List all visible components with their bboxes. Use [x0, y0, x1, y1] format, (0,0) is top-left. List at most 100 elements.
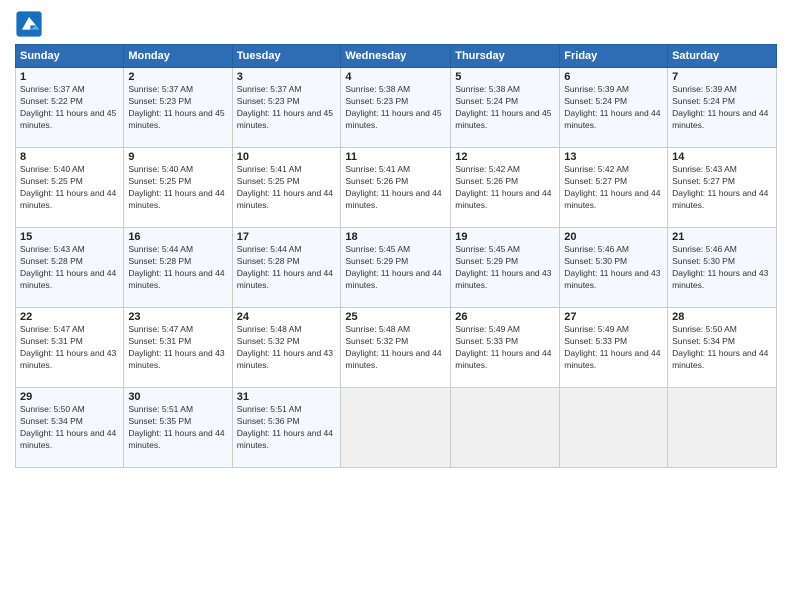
calendar-cell: 6 Sunrise: 5:39 AMSunset: 5:24 PMDayligh… — [560, 68, 668, 148]
calendar-week-1: 1 Sunrise: 5:37 AMSunset: 5:22 PMDayligh… — [16, 68, 777, 148]
calendar-cell: 24 Sunrise: 5:48 AMSunset: 5:32 PMDaylig… — [232, 308, 341, 388]
calendar-cell: 19 Sunrise: 5:45 AMSunset: 5:29 PMDaylig… — [451, 228, 560, 308]
page: SundayMondayTuesdayWednesdayThursdayFrid… — [0, 0, 792, 612]
calendar-cell: 18 Sunrise: 5:45 AMSunset: 5:29 PMDaylig… — [341, 228, 451, 308]
calendar-week-4: 22 Sunrise: 5:47 AMSunset: 5:31 PMDaylig… — [16, 308, 777, 388]
day-info: Sunrise: 5:48 AMSunset: 5:32 PMDaylight:… — [345, 324, 441, 370]
day-number: 9 — [128, 151, 227, 163]
calendar-cell: 2 Sunrise: 5:37 AMSunset: 5:23 PMDayligh… — [124, 68, 232, 148]
calendar-dow-saturday: Saturday — [668, 45, 777, 68]
calendar-header-row: SundayMondayTuesdayWednesdayThursdayFrid… — [16, 45, 777, 68]
calendar-cell: 13 Sunrise: 5:42 AMSunset: 5:27 PMDaylig… — [560, 148, 668, 228]
calendar-cell: 5 Sunrise: 5:38 AMSunset: 5:24 PMDayligh… — [451, 68, 560, 148]
day-info: Sunrise: 5:38 AMSunset: 5:24 PMDaylight:… — [455, 84, 551, 130]
calendar-cell: 14 Sunrise: 5:43 AMSunset: 5:27 PMDaylig… — [668, 148, 777, 228]
day-number: 2 — [128, 71, 227, 83]
day-info: Sunrise: 5:48 AMSunset: 5:32 PMDaylight:… — [237, 324, 333, 370]
day-info: Sunrise: 5:39 AMSunset: 5:24 PMDaylight:… — [672, 84, 768, 130]
day-number: 8 — [20, 151, 119, 163]
day-number: 12 — [455, 151, 555, 163]
day-info: Sunrise: 5:47 AMSunset: 5:31 PMDaylight:… — [20, 324, 116, 370]
calendar-cell: 31 Sunrise: 5:51 AMSunset: 5:36 PMDaylig… — [232, 388, 341, 468]
day-info: Sunrise: 5:51 AMSunset: 5:35 PMDaylight:… — [128, 404, 224, 450]
day-info: Sunrise: 5:43 AMSunset: 5:28 PMDaylight:… — [20, 244, 116, 290]
logo-icon — [15, 10, 43, 38]
day-number: 13 — [564, 151, 663, 163]
calendar-dow-friday: Friday — [560, 45, 668, 68]
day-number: 3 — [237, 71, 337, 83]
logo — [15, 10, 47, 38]
calendar-cell: 15 Sunrise: 5:43 AMSunset: 5:28 PMDaylig… — [16, 228, 124, 308]
day-number: 26 — [455, 311, 555, 323]
day-info: Sunrise: 5:37 AMSunset: 5:22 PMDaylight:… — [20, 84, 116, 130]
day-info: Sunrise: 5:42 AMSunset: 5:27 PMDaylight:… — [564, 164, 660, 210]
day-number: 1 — [20, 71, 119, 83]
calendar-cell — [668, 388, 777, 468]
day-number: 17 — [237, 231, 337, 243]
day-number: 15 — [20, 231, 119, 243]
day-info: Sunrise: 5:40 AMSunset: 5:25 PMDaylight:… — [128, 164, 224, 210]
day-info: Sunrise: 5:44 AMSunset: 5:28 PMDaylight:… — [237, 244, 333, 290]
calendar-dow-monday: Monday — [124, 45, 232, 68]
day-number: 31 — [237, 391, 337, 403]
day-number: 27 — [564, 311, 663, 323]
calendar-dow-thursday: Thursday — [451, 45, 560, 68]
header — [15, 10, 777, 38]
calendar-cell: 27 Sunrise: 5:49 AMSunset: 5:33 PMDaylig… — [560, 308, 668, 388]
day-number: 14 — [672, 151, 772, 163]
day-number: 6 — [564, 71, 663, 83]
calendar-cell: 28 Sunrise: 5:50 AMSunset: 5:34 PMDaylig… — [668, 308, 777, 388]
day-number: 20 — [564, 231, 663, 243]
day-number: 30 — [128, 391, 227, 403]
day-number: 29 — [20, 391, 119, 403]
calendar-cell: 11 Sunrise: 5:41 AMSunset: 5:26 PMDaylig… — [341, 148, 451, 228]
calendar-week-2: 8 Sunrise: 5:40 AMSunset: 5:25 PMDayligh… — [16, 148, 777, 228]
calendar-cell: 30 Sunrise: 5:51 AMSunset: 5:35 PMDaylig… — [124, 388, 232, 468]
calendar-cell: 12 Sunrise: 5:42 AMSunset: 5:26 PMDaylig… — [451, 148, 560, 228]
day-number: 28 — [672, 311, 772, 323]
calendar-cell — [560, 388, 668, 468]
day-info: Sunrise: 5:37 AMSunset: 5:23 PMDaylight:… — [128, 84, 224, 130]
day-number: 22 — [20, 311, 119, 323]
day-number: 21 — [672, 231, 772, 243]
day-number: 4 — [345, 71, 446, 83]
calendar-cell: 4 Sunrise: 5:38 AMSunset: 5:23 PMDayligh… — [341, 68, 451, 148]
calendar-cell — [451, 388, 560, 468]
calendar-dow-wednesday: Wednesday — [341, 45, 451, 68]
day-info: Sunrise: 5:50 AMSunset: 5:34 PMDaylight:… — [672, 324, 768, 370]
calendar-cell: 10 Sunrise: 5:41 AMSunset: 5:25 PMDaylig… — [232, 148, 341, 228]
day-info: Sunrise: 5:49 AMSunset: 5:33 PMDaylight:… — [564, 324, 660, 370]
calendar-cell: 29 Sunrise: 5:50 AMSunset: 5:34 PMDaylig… — [16, 388, 124, 468]
day-info: Sunrise: 5:45 AMSunset: 5:29 PMDaylight:… — [455, 244, 551, 290]
calendar-table: SundayMondayTuesdayWednesdayThursdayFrid… — [15, 44, 777, 468]
day-info: Sunrise: 5:46 AMSunset: 5:30 PMDaylight:… — [672, 244, 768, 290]
day-number: 18 — [345, 231, 446, 243]
day-number: 5 — [455, 71, 555, 83]
day-info: Sunrise: 5:39 AMSunset: 5:24 PMDaylight:… — [564, 84, 660, 130]
calendar-cell: 7 Sunrise: 5:39 AMSunset: 5:24 PMDayligh… — [668, 68, 777, 148]
day-info: Sunrise: 5:44 AMSunset: 5:28 PMDaylight:… — [128, 244, 224, 290]
day-number: 11 — [345, 151, 446, 163]
day-number: 23 — [128, 311, 227, 323]
day-number: 24 — [237, 311, 337, 323]
calendar-cell: 20 Sunrise: 5:46 AMSunset: 5:30 PMDaylig… — [560, 228, 668, 308]
day-info: Sunrise: 5:40 AMSunset: 5:25 PMDaylight:… — [20, 164, 116, 210]
day-info: Sunrise: 5:37 AMSunset: 5:23 PMDaylight:… — [237, 84, 333, 130]
calendar-cell: 25 Sunrise: 5:48 AMSunset: 5:32 PMDaylig… — [341, 308, 451, 388]
calendar-cell: 8 Sunrise: 5:40 AMSunset: 5:25 PMDayligh… — [16, 148, 124, 228]
day-info: Sunrise: 5:43 AMSunset: 5:27 PMDaylight:… — [672, 164, 768, 210]
day-info: Sunrise: 5:50 AMSunset: 5:34 PMDaylight:… — [20, 404, 116, 450]
day-info: Sunrise: 5:41 AMSunset: 5:26 PMDaylight:… — [345, 164, 441, 210]
calendar-cell: 26 Sunrise: 5:49 AMSunset: 5:33 PMDaylig… — [451, 308, 560, 388]
calendar-dow-tuesday: Tuesday — [232, 45, 341, 68]
calendar-dow-sunday: Sunday — [16, 45, 124, 68]
calendar-week-3: 15 Sunrise: 5:43 AMSunset: 5:28 PMDaylig… — [16, 228, 777, 308]
calendar-cell: 3 Sunrise: 5:37 AMSunset: 5:23 PMDayligh… — [232, 68, 341, 148]
day-info: Sunrise: 5:38 AMSunset: 5:23 PMDaylight:… — [345, 84, 441, 130]
calendar-cell — [341, 388, 451, 468]
calendar-cell: 16 Sunrise: 5:44 AMSunset: 5:28 PMDaylig… — [124, 228, 232, 308]
day-info: Sunrise: 5:45 AMSunset: 5:29 PMDaylight:… — [345, 244, 441, 290]
day-number: 16 — [128, 231, 227, 243]
day-number: 19 — [455, 231, 555, 243]
calendar-cell: 17 Sunrise: 5:44 AMSunset: 5:28 PMDaylig… — [232, 228, 341, 308]
